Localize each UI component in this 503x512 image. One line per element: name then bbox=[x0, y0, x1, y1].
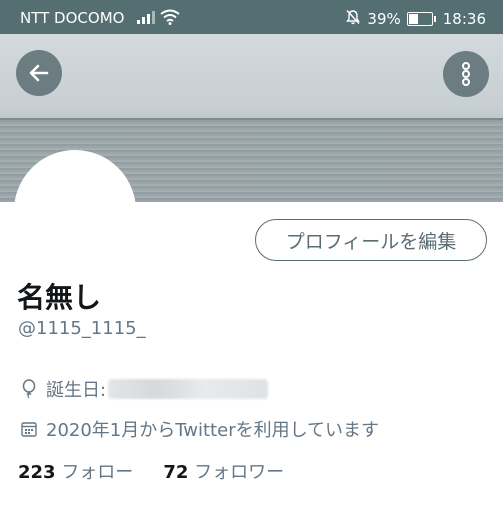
calendar-icon bbox=[18, 421, 40, 437]
status-bar: NTT DOCOMO 39% 18:36 bbox=[0, 0, 503, 34]
signal-icon bbox=[137, 10, 155, 28]
followers-label: フォロワー bbox=[194, 462, 285, 483]
battery-percent: 39% bbox=[367, 10, 401, 28]
more-vertical-icon bbox=[462, 62, 470, 86]
balloon-icon bbox=[18, 379, 40, 399]
following-link[interactable]: 223 フォロー bbox=[18, 458, 133, 484]
birthday-row: 誕生日: bbox=[18, 376, 269, 402]
follow-stats: 223 フォロー 72 フォロワー bbox=[18, 458, 284, 484]
birthday-label: 誕生日: bbox=[46, 380, 107, 401]
arrow-left-icon bbox=[29, 64, 49, 82]
back-button[interactable] bbox=[16, 50, 62, 96]
avatar[interactable] bbox=[14, 150, 136, 272]
display-name: 名無し bbox=[17, 281, 102, 314]
joined-date: 2020年1月からTwitterを利用しています bbox=[46, 420, 380, 441]
joined-row: 2020年1月からTwitterを利用しています bbox=[18, 416, 379, 442]
clock: 18:36 bbox=[442, 10, 486, 28]
carrier-name: NTT DOCOMO bbox=[20, 9, 125, 27]
edit-profile-button[interactable]: プロフィールを編集 bbox=[255, 219, 487, 261]
followers-count: 72 bbox=[163, 462, 189, 483]
user-handle: @1115_1115_ bbox=[18, 318, 146, 339]
more-options-button[interactable] bbox=[443, 51, 489, 97]
wifi-icon bbox=[160, 9, 180, 29]
mute-icon bbox=[345, 9, 361, 29]
battery-icon bbox=[406, 12, 436, 26]
followers-link[interactable]: 72 フォロワー bbox=[163, 458, 284, 484]
following-count: 223 bbox=[18, 462, 56, 483]
redacted-birthday bbox=[108, 379, 269, 399]
following-label: フォロー bbox=[61, 462, 134, 483]
